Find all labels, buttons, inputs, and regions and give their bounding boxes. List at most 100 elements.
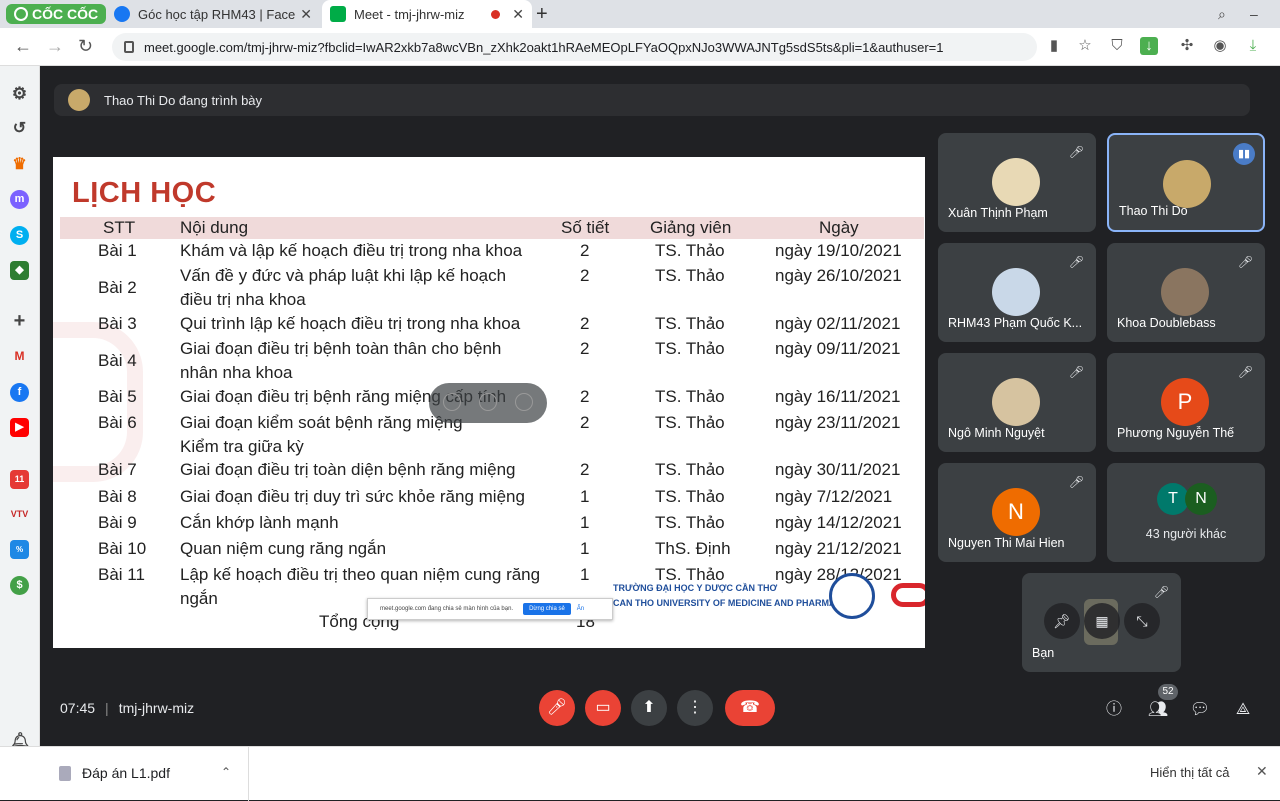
table-header-cell: Số tiết	[561, 218, 610, 237]
row-number: Bài 5	[98, 387, 137, 406]
sale-icon[interactable]: %	[10, 540, 29, 559]
messenger-icon[interactable]: m	[10, 190, 29, 209]
facebook-icon[interactable]: f	[10, 383, 29, 402]
row-lecturer: TS. Thảo	[655, 460, 725, 479]
presenter-label: Thao Thi Do đang trình bày	[104, 92, 263, 108]
school-logo	[829, 573, 875, 619]
download-file[interactable]: Đáp án L1.pdf	[82, 765, 170, 781]
row-number: Bài 3	[98, 314, 137, 333]
row-number: Bài 9	[98, 513, 137, 532]
url-field[interactable]: meet.google.com/tmj-jhrw-miz?fbclid=IwAR…	[112, 33, 1037, 61]
participant-tile[interactable]: 🎤︎ N Nguyen Thi Mai Hien	[938, 463, 1096, 562]
minimize-icon[interactable]: –	[1250, 6, 1258, 22]
row-date: ngày 23/11/2021	[775, 413, 901, 432]
skype-icon[interactable]: S	[10, 226, 29, 245]
show-all-button[interactable]: Hiển thị tất cả	[1150, 765, 1230, 780]
participant-tile[interactable]: 🎤︎ RHM43 Phạm Quốc K...	[938, 243, 1096, 342]
activities-icon[interactable]: ⟁	[1231, 698, 1255, 722]
school-name: TRƯỜNG ĐẠI HỌC Y DƯỢC CẦN THƠ	[613, 583, 778, 593]
row-content: Kiểm tra giữa kỳ	[180, 437, 304, 456]
close-icon[interactable]: ✕	[300, 6, 312, 23]
row-number: Bài 11	[98, 565, 145, 584]
shop-icon[interactable]: 11	[10, 470, 29, 489]
present-button[interactable]: ⬆	[631, 690, 667, 726]
gear-icon[interactable]: ⚙	[10, 84, 29, 103]
game-icon[interactable]: ◆	[10, 261, 29, 280]
participant-tile[interactable]: 🎤︎ Khoa Doublebass	[1107, 243, 1265, 342]
tab-title: Góc học tập RHM43 | Face	[138, 6, 296, 22]
mic-off-icon: 🎤︎	[1237, 365, 1253, 379]
extensions-icon[interactable]: ✣	[1178, 37, 1196, 55]
meeting-code: tmj-jhrw-miz	[118, 700, 195, 716]
minimize-icon[interactable]	[515, 393, 533, 411]
reload-icon[interactable]: ↻	[78, 36, 93, 57]
back-icon[interactable]: ←	[14, 36, 32, 57]
new-tab-button[interactable]: +	[536, 3, 548, 26]
pin-icon[interactable]: 📌︎	[1044, 603, 1080, 639]
chat-icon[interactable]: 💬︎	[1188, 698, 1212, 722]
tab-facebook[interactable]: Góc học tập RHM43 | Face ✕	[106, 0, 320, 28]
participant-tile[interactable]: 🎤︎ Xuân Thịnh Phạm	[938, 133, 1096, 232]
close-icon[interactable]: ✕	[512, 6, 524, 23]
hide-self-icon[interactable]: ▦	[1084, 603, 1120, 639]
people-icon[interactable]: 👥︎	[1146, 698, 1170, 722]
star-icon[interactable]: ☆	[1076, 37, 1094, 55]
row-date: ngày 30/11/2021	[775, 460, 901, 479]
mic-toggle-button[interactable]: 🎤︎	[539, 690, 575, 726]
more-options-button[interactable]: ⋮	[677, 690, 713, 726]
plus-icon[interactable]: +	[10, 311, 29, 331]
presentation-controls[interactable]	[429, 383, 547, 423]
mic-off-icon[interactable]	[443, 393, 461, 411]
minimize-self-icon[interactable]: ⤡	[1124, 603, 1160, 639]
download-ext-icon[interactable]: ↓	[1140, 37, 1158, 55]
gmail-icon[interactable]: M	[10, 347, 29, 366]
row-hours: 2	[580, 314, 590, 333]
row-hours: 2	[580, 266, 590, 285]
row-hours: 2	[580, 241, 590, 260]
profile-icon[interactable]: ◉	[1211, 37, 1229, 55]
camera-icon[interactable]: ▮	[1045, 37, 1063, 55]
downloads-icon[interactable]: ⤓	[1244, 37, 1262, 55]
tab-meet[interactable]: Meet - tmj-jhrw-miz ✕	[322, 0, 532, 28]
participant-name: RHM43 Phạm Quốc K...	[948, 316, 1083, 330]
row-lecturer: TS. Thảo	[655, 266, 725, 285]
participant-tile[interactable]: 🎤︎ Ngô Minh Nguyệt	[938, 353, 1096, 452]
vtv-icon[interactable]: VTV	[10, 505, 29, 524]
share-notice: meet.google.com đang chia sẻ màn hình củ…	[367, 598, 613, 620]
row-hours: 2	[580, 387, 590, 406]
others-tile[interactable]: T N 43 người khác	[1107, 463, 1265, 562]
meet-icon	[330, 6, 346, 22]
row-number: Bài 6	[98, 413, 137, 432]
browser-logo[interactable]: CỐC CỐC	[6, 4, 107, 24]
search-tabs-icon[interactable]: ⌕	[1218, 6, 1226, 23]
shield-icon[interactable]: ⛉	[1108, 37, 1126, 55]
stop-sharing-button[interactable]: Dừng chia sẻ	[523, 603, 571, 615]
camera-toggle-button[interactable]: ▭	[585, 690, 621, 726]
wallet-icon[interactable]: $	[10, 576, 29, 595]
participant-tile[interactable]: 🎤︎ P Phương Nguyễn Thế	[1107, 353, 1265, 452]
row-date: ngày 7/12/2021	[775, 487, 893, 506]
youtube-icon[interactable]: ▶	[10, 418, 29, 437]
volume-off-icon[interactable]	[479, 393, 497, 411]
table-header-cell: STT	[103, 218, 136, 237]
hide-button[interactable]: Ẩn	[577, 606, 584, 612]
others-label: 43 người khác	[1145, 527, 1227, 541]
participant-tile[interactable]: ▮▮ Thao Thi Do	[1107, 133, 1265, 232]
row-hours: 1	[580, 513, 590, 532]
chevron-up-icon[interactable]: ⌃	[221, 765, 231, 779]
leave-call-button[interactable]: ☎	[725, 690, 775, 726]
close-icon[interactable]: ✕	[1256, 763, 1268, 780]
crown-icon[interactable]: ♛	[10, 155, 29, 174]
history-icon[interactable]: ↺	[10, 119, 29, 138]
row-number: Bài 8	[98, 487, 137, 506]
self-tile[interactable]: 🎤︎ 📌︎ ▦ ⤡ Bạn	[1022, 573, 1181, 672]
tab-bar: CỐC CỐC Góc học tập RHM43 | Face ✕ Meet …	[0, 0, 1280, 28]
table-header-cell: Nội dung	[180, 218, 249, 237]
shared-screen[interactable]: LỊCH HỌC STT Nội dung Số tiết Giảng viên Ngà…	[53, 157, 925, 648]
forward-icon[interactable]: →	[46, 36, 64, 57]
row-content: Qui trình lập kế hoạch điều trị trong nh…	[180, 314, 521, 333]
info-icon[interactable]: ⓘ	[1102, 698, 1126, 722]
avatar	[992, 268, 1040, 316]
participant-name: Nguyen Thi Mai Hien	[948, 536, 1065, 550]
participant-name: Bạn	[1032, 646, 1055, 660]
